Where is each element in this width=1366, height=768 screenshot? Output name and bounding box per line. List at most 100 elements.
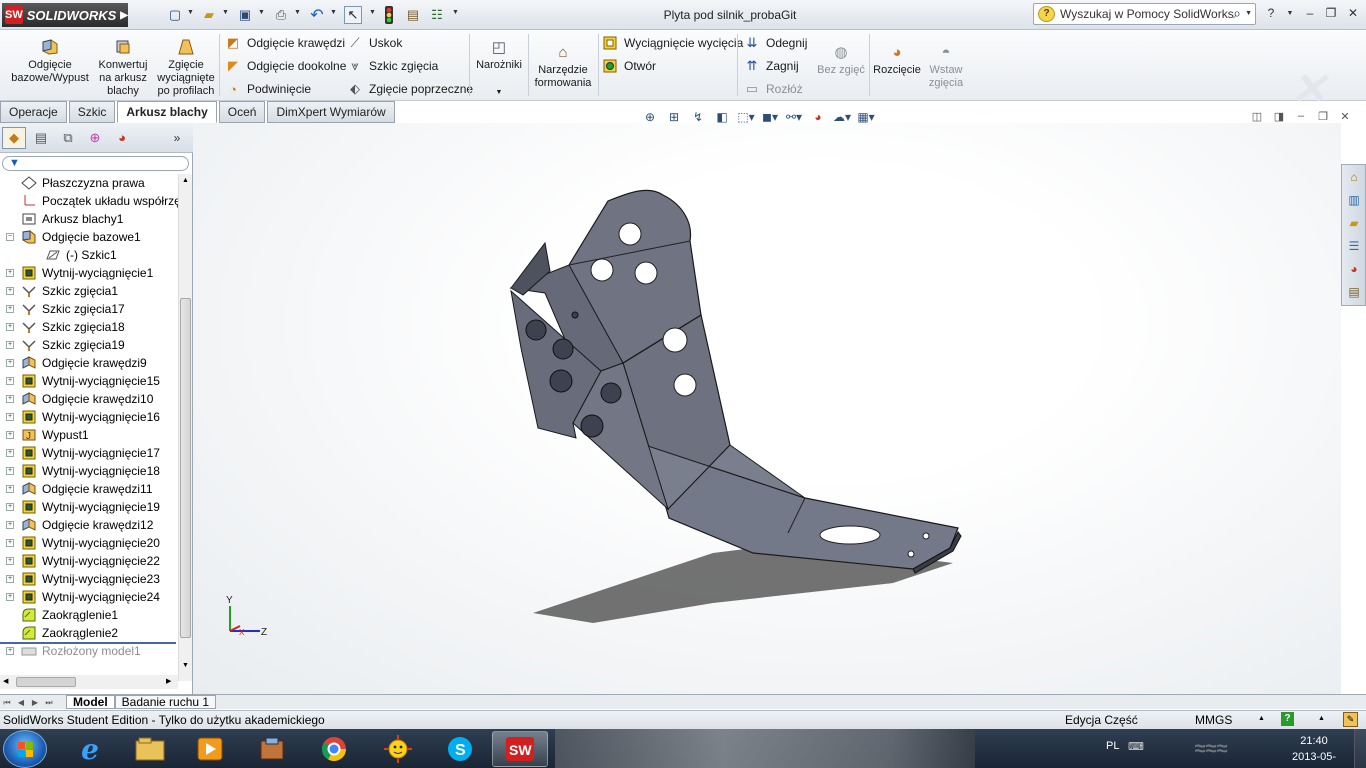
tree-item[interactable]: (-) Szkic1 <box>0 246 178 264</box>
view-link-icon[interactable]: ◨ <box>1272 110 1286 123</box>
scroll-thumb[interactable] <box>180 298 191 638</box>
tree-item[interactable]: + J Wypust1 <box>0 426 178 444</box>
help-question-icon[interactable]: ? <box>1263 6 1279 20</box>
tab-evaluate[interactable]: Oceń <box>218 101 266 123</box>
panel-expand-chevron-icon[interactable]: » <box>165 127 189 149</box>
tab-motion-study[interactable]: Badanie ruchu 1 <box>114 695 217 709</box>
tree-item[interactable]: − Odgięcie bazowe1 <box>0 228 178 246</box>
media-player-taskbar-icon[interactable] <box>182 731 238 767</box>
insert-bends-button[interactable]: ◓ Wstaw zgięcia <box>924 43 968 90</box>
expand-icon[interactable]: + <box>6 341 14 349</box>
zoom-to-fit-icon[interactable]: ⊕ <box>640 108 660 126</box>
print-icon[interactable]: ⎙ <box>272 6 290 24</box>
close-icon[interactable]: ✕ <box>1345 6 1361 20</box>
search-dropdown-icon[interactable]: ▼ <box>1245 10 1252 17</box>
tree-item[interactable]: + Wytnij-wyciągnięcie1 <box>0 264 178 282</box>
tree-item[interactable]: Zaokrąglenie1 <box>0 606 178 624</box>
select-dropdown-icon[interactable]: ▼ <box>369 9 376 16</box>
previous-view-icon[interactable]: ↯ <box>688 108 708 126</box>
tree-item[interactable]: + Wytnij-wyciągnięcie22 <box>0 552 178 570</box>
chrome-taskbar-icon[interactable] <box>306 731 362 767</box>
rollback-bar[interactable] <box>0 642 176 644</box>
undo-icon[interactable]: ↶ <box>308 6 326 24</box>
print-dropdown-icon[interactable]: ▼ <box>294 9 301 16</box>
expand-icon[interactable]: + <box>6 305 14 313</box>
new-dropdown-icon[interactable]: ▼ <box>187 9 194 16</box>
solidworks-taskbar-icon[interactable]: SW <box>492 731 548 767</box>
tree-item[interactable]: + Odgięcie krawędzi9 <box>0 354 178 372</box>
tree-item[interactable]: + Odgięcie krawędzi12 <box>0 516 178 534</box>
tree-item[interactable]: + Wytnij-wyciągnięcie24 <box>0 588 178 606</box>
expand-icon[interactable]: + <box>6 377 14 385</box>
lofted-bend-button[interactable]: Zgięcie wyciągnięte po profilach <box>155 38 217 98</box>
tree-item[interactable]: + Szkic zgięcia19 <box>0 336 178 354</box>
extruded-cut-button[interactable]: Wyciągnięcie wycięcia <box>601 33 743 53</box>
scroll-left-icon[interactable]: ◀ <box>3 677 8 685</box>
minimize-icon[interactable]: – <box>1302 6 1318 20</box>
tree-item[interactable]: + Wytnij-wyciągnięcie18 <box>0 462 178 480</box>
tree-item[interactable]: + Rozłożony model1 <box>0 642 178 660</box>
help-dropdown-icon[interactable]: ▼ <box>1282 10 1298 17</box>
expand-icon[interactable]: + <box>6 647 14 655</box>
show-desktop-button[interactable] <box>1354 729 1366 768</box>
first-tab-icon[interactable]: ⏮ <box>0 696 14 709</box>
internet-explorer-taskbar-icon[interactable]: e <box>62 731 118 767</box>
select-cursor-icon[interactable]: ↖ <box>344 6 362 24</box>
save-dropdown-icon[interactable]: ▼ <box>258 9 265 16</box>
tree-item[interactable]: + Szkic zgięcia1 <box>0 282 178 300</box>
feature-manager-tab-icon[interactable]: ◆ <box>2 126 26 149</box>
design-library-icon[interactable]: ▥ <box>1343 189 1365 211</box>
solidworks-menu-button[interactable]: SW SOLIDWORKS ▶ <box>2 3 128 27</box>
cross-break-button[interactable]: ⬖ Zgięcie poprzeczne <box>346 79 473 99</box>
view-restore-icon[interactable]: ❐ <box>1316 110 1330 123</box>
scroll-right-icon[interactable]: ▶ <box>166 677 171 685</box>
expand-icon[interactable]: + <box>6 467 14 475</box>
rip-button[interactable]: ◕ Rozcięcie <box>872 43 922 77</box>
sheet-metal-part-model[interactable]: Y Z X <box>193 123 1341 694</box>
hole-button[interactable]: Otwór <box>601 56 656 76</box>
magnifier-icon[interactable]: ⌕ <box>1233 5 1241 22</box>
restore-icon[interactable]: ❐ <box>1323 6 1339 20</box>
new-document-icon[interactable]: ▢ <box>166 6 184 24</box>
expand-icon[interactable]: + <box>6 413 14 421</box>
expand-icon[interactable]: + <box>6 521 14 529</box>
view-close-icon[interactable]: ✕ <box>1338 110 1352 123</box>
tab-sketch[interactable]: Szkic <box>68 101 116 123</box>
expand-icon[interactable]: + <box>6 503 14 511</box>
edge-flange-button[interactable]: ◩ Odgięcie krawędzi <box>224 33 345 53</box>
hide-show-items-icon[interactable]: ⚯▾ <box>784 108 804 126</box>
open-dropdown-icon[interactable]: ▼ <box>222 9 229 16</box>
tree-vertical-scrollbar[interactable]: ▲ ▼ <box>178 174 192 681</box>
custom-properties-icon[interactable]: ▤ <box>1343 281 1365 303</box>
tree-item[interactable]: + Odgięcie krawędzi10 <box>0 390 178 408</box>
sun-app-taskbar-icon[interactable] <box>370 731 426 767</box>
units-dropdown-icon[interactable]: ▲ <box>1258 715 1265 722</box>
status-dropdown-icon[interactable]: ▲ <box>1318 715 1325 722</box>
unfold-button[interactable]: ⇊ Odegnij <box>743 33 808 53</box>
start-button[interactable] <box>3 730 47 768</box>
rebuild-status-icon[interactable]: ✎ <box>1343 712 1358 727</box>
tree-item[interactable]: + Wytnij-wyciągnięcie17 <box>0 444 178 462</box>
expand-icon[interactable]: + <box>6 323 14 331</box>
tree-horizontal-scrollbar[interactable]: ◀ ▶ <box>0 675 178 689</box>
sketched-bend-button[interactable]: ⩔ Szkic zgięcia <box>346 56 438 76</box>
tree-item[interactable]: Płaszczyzna prawa <box>0 174 178 192</box>
corners-dropdown-icon[interactable]: ▼ <box>496 86 503 99</box>
expand-icon[interactable]: + <box>6 431 14 439</box>
tree-item[interactable]: + Odgięcie krawędzi11 <box>0 480 178 498</box>
expand-icon[interactable]: + <box>6 539 14 547</box>
next-tab-icon[interactable]: ▶ <box>28 696 42 709</box>
tree-item[interactable]: + Wytnij-wyciągnięcie20 <box>0 534 178 552</box>
appearances-scenes-icon[interactable]: ◕ <box>1343 258 1365 280</box>
tree-item[interactable]: + Wytnij-wyciągnięcie19 <box>0 498 178 516</box>
collapse-icon[interactable]: − <box>6 233 14 241</box>
tree-item[interactable]: Arkusz blachy1 <box>0 210 178 228</box>
expand-icon[interactable]: + <box>6 287 14 295</box>
configuration-manager-tab-icon[interactable]: ⧉ <box>56 127 80 149</box>
property-manager-tab-icon[interactable]: ▤ <box>29 127 53 149</box>
tray-keyboard-icon[interactable]: ⌨ <box>1128 740 1144 753</box>
scroll-up-icon[interactable]: ▲ <box>182 177 189 184</box>
hem-button[interactable]: ◔ Podwinięcie <box>224 79 311 99</box>
corners-button[interactable]: ◰ Narożniki ▼ <box>474 38 524 99</box>
tab-sheet-metal[interactable]: Arkusz blachy <box>117 101 217 123</box>
